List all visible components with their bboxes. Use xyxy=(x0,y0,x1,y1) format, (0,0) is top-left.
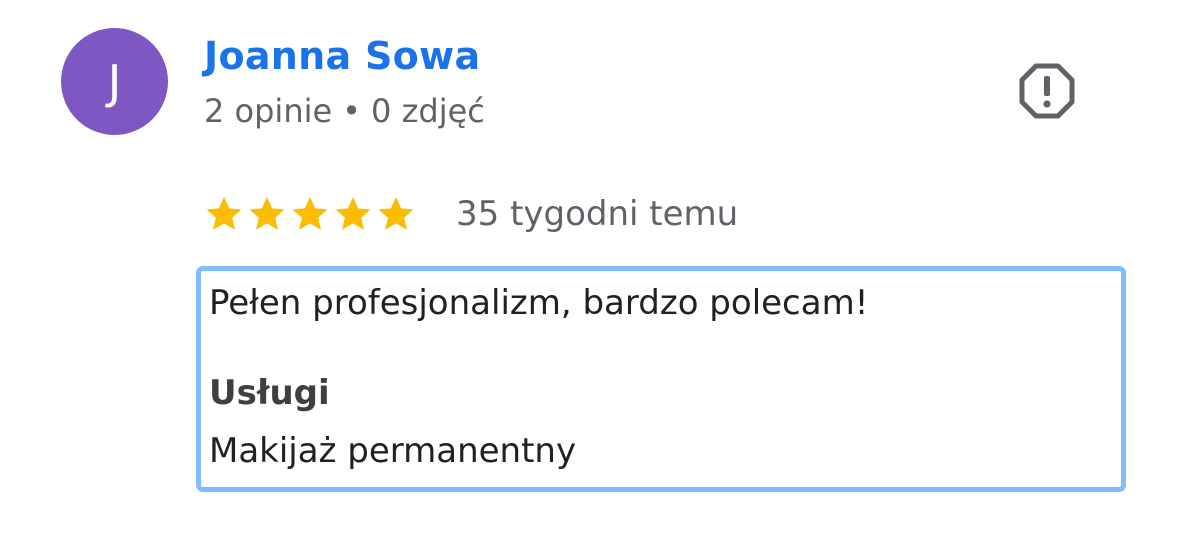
star-icon xyxy=(206,197,242,230)
review-text: Pełen profesjonalizm, bardzo polecam! xyxy=(209,283,869,323)
avatar[interactable]: J xyxy=(61,28,168,135)
photos-count: 0 zdjęć xyxy=(371,92,485,130)
author-meta: 2 opinie • 0 zdjęć xyxy=(204,92,485,130)
star-icon xyxy=(249,197,285,230)
avatar-initial: J xyxy=(107,54,122,109)
rating-row: 35 tygodni temu xyxy=(204,190,738,238)
service-label: Usługi xyxy=(209,373,330,413)
author-name-link[interactable]: Joanna Sowa xyxy=(204,34,480,78)
octagon-exclamation-icon xyxy=(1019,63,1075,119)
meta-separator: • xyxy=(342,92,362,130)
star-rating xyxy=(204,194,416,234)
review-body: Pełen profesjonalizm, bardzo polecam! Us… xyxy=(196,266,1126,492)
star-icon xyxy=(378,197,414,230)
report-icon[interactable] xyxy=(1018,62,1076,120)
review-time: 35 tygodni temu xyxy=(456,194,739,234)
star-icon xyxy=(292,197,328,230)
star-icon xyxy=(335,197,371,230)
service-value: Makijaż permanentny xyxy=(209,431,577,471)
reviews-count: 2 opinie xyxy=(204,92,333,130)
